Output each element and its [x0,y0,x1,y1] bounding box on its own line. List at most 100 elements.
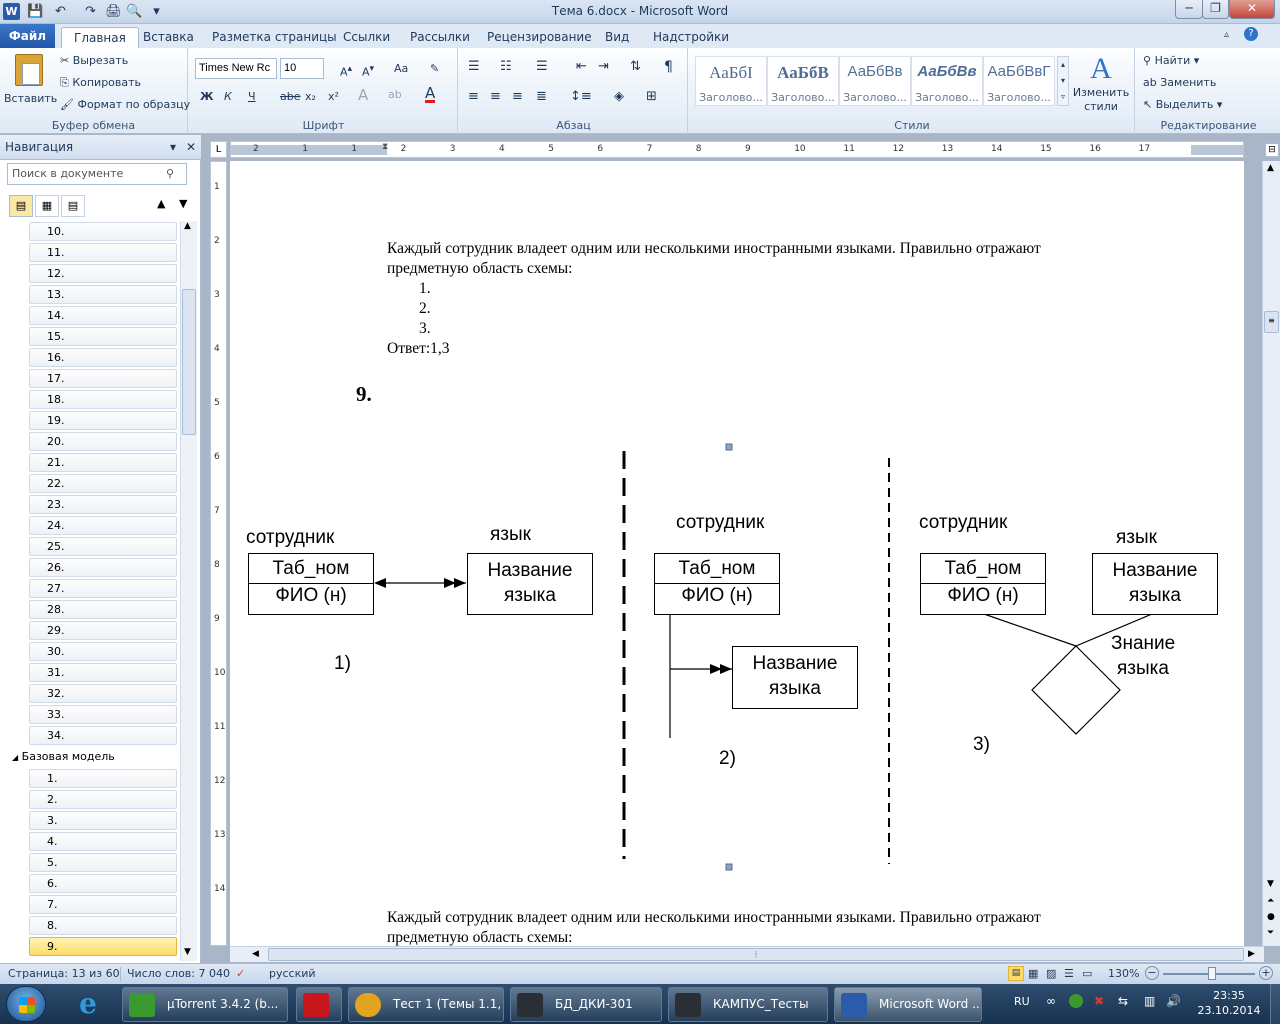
sort-icon[interactable]: ⇅ [630,60,641,74]
maximize-button[interactable]: ❐ [1202,0,1229,19]
close-button[interactable]: ✕ [1229,0,1275,19]
nav-menu-icon[interactable]: ▾ [170,135,176,160]
taskbar-chrome[interactable]: Тест 1 (Темы 1.1, ... [348,987,504,1022]
vertical-ruler[interactable]: 1 2 3 4 5 6 7 8 9 10 11 12 13 14 [210,161,227,946]
subscript-button[interactable]: x₂ [305,90,316,104]
font-color-icon[interactable]: A [425,86,436,103]
scroll-up-icon[interactable]: ▲ [184,221,191,231]
numbering-icon[interactable]: ☷ [500,60,512,74]
vscroll-thumb[interactable]: ≡ [1264,311,1279,333]
tray-icon-1[interactable]: ∞ [1046,994,1056,1008]
tray-volume-icon[interactable]: 🔊 [1166,994,1181,1008]
underline-button[interactable]: Ч [248,90,256,104]
justify-icon[interactable]: ≣ [536,90,547,104]
align-right-icon[interactable]: ≡ [512,90,523,104]
increase-indent-icon[interactable]: ⇥ [598,60,609,74]
view-ruler-icon[interactable]: ⊟ [1265,143,1279,157]
browse-object-icon[interactable]: ● [1267,912,1275,922]
taskbar-kampus[interactable]: КАМПУС_Тесты [668,987,828,1022]
superscript-button[interactable]: x² [328,90,339,104]
multilevel-list-icon[interactable]: ☰ [536,60,548,74]
horizontal-ruler[interactable]: ⧗ 2 1 1 2 3 4 5 6 7 8 9 10 11 12 13 14 15 16 17 [230,141,1244,158]
zoom-level[interactable]: 130% [1108,964,1139,983]
tab-home[interactable]: Главная [61,27,139,48]
nav-item[interactable]: 28. [29,600,177,619]
nav-scrollbar[interactable]: ▲ ▼ [180,221,197,961]
zoom-out-icon[interactable]: − [1145,966,1159,980]
change-styles-button[interactable]: A Изменить стили [1072,52,1130,114]
nav-item[interactable]: 7. [29,895,177,914]
search-input[interactable]: Поиск в документе ⚲ [7,163,187,185]
next-page-icon[interactable]: ⏷ [1267,928,1274,938]
taskbar-pdf[interactable] [296,987,342,1022]
taskbar-word[interactable]: Microsoft Word ... [834,987,982,1022]
style-heading-1[interactable]: АаБбI Заголово... [695,56,767,106]
tray-utorrent-icon[interactable] [1069,994,1083,1008]
nav-item[interactable]: 12. [29,264,177,283]
nav-item[interactable]: 14. [29,306,177,325]
tab-review[interactable]: Рецензирование [475,27,604,48]
align-left-icon[interactable]: ≡ [468,90,479,104]
nav-item[interactable]: 9. [29,937,177,956]
nav-item[interactable]: 19. [29,411,177,430]
style-heading-2[interactable]: АаБбВ Заголово... [767,56,839,106]
search-icon[interactable]: ⚲ [166,164,174,184]
highlight-icon[interactable]: ab [388,88,402,102]
nav-item[interactable]: 6. [29,874,177,893]
scroll-down-icon[interactable]: ▼ [184,947,191,957]
tray-antivirus-icon[interactable]: ✖ [1094,994,1104,1008]
replace-button[interactable]: ab Заменить [1143,76,1216,90]
nav-item[interactable]: 30. [29,642,177,661]
format-painter-button[interactable]: 🖌 Формат по образцу [60,98,190,112]
nav-item[interactable]: 34. [29,726,177,745]
nav-item[interactable]: 11. [29,243,177,262]
shrink-font-icon[interactable]: A▾ [362,62,374,80]
tab-addins[interactable]: Надстройки [641,27,741,48]
copy-button[interactable]: ⎘ Копировать [60,76,141,90]
text-effects-icon[interactable]: A [358,88,368,103]
nav-item[interactable]: 23. [29,495,177,514]
spelling-check-icon[interactable]: ✓ [236,964,245,983]
tab-file[interactable]: Файл [0,24,55,48]
decrease-indent-icon[interactable]: ⇤ [576,60,587,74]
style-heading-4[interactable]: АаБбВв Заголово... [911,56,983,106]
tab-mailings[interactable]: Рассылки [398,27,482,48]
taskbar-utorrent[interactable]: µTorrent 3.4.2 (b... [122,987,288,1022]
nav-scroll-thumb[interactable] [182,289,196,435]
previous-heading-icon[interactable]: ▲ [157,197,165,210]
paste-button[interactable]: Вставить [4,52,57,114]
document-horizontal-scrollbar[interactable]: ◀ ⦙ ▶ [230,946,1264,962]
tray-network-icon[interactable]: ▥ [1144,994,1155,1008]
document-vertical-scrollbar[interactable]: ⊟ ▲ ≡ ▼ ⏶ ● ⏷ [1262,143,1280,946]
hscroll-right-icon[interactable]: ▶ [1248,949,1255,959]
taskbar-bd-folder[interactable]: БД_ДКИ-301 [510,987,662,1022]
select-button[interactable]: ↖ Выделить ▾ [1143,98,1222,112]
font-name-combo[interactable]: Times New Rc [195,58,277,79]
minimize-button[interactable]: ─ [1175,0,1203,19]
nav-item[interactable]: 18. [29,390,177,409]
document-page[interactable]: Каждый сотрудник владеет одним или неско… [230,161,1244,946]
nav-item[interactable]: 5. [29,853,177,872]
styles-scroll[interactable]: ▴ ▾ ▿ [1057,56,1069,106]
style-heading-5[interactable]: АаБбВвГ Заголово... [983,56,1055,106]
word-count[interactable]: Число слов: 7 040 [127,964,230,983]
nav-item[interactable]: 10. [29,222,177,241]
tab-insert[interactable]: Вставка [131,27,206,48]
nav-item[interactable]: 3. [29,811,177,830]
tab-selector[interactable]: L [210,141,227,158]
bold-button[interactable]: Ж [200,90,213,104]
grow-font-icon[interactable]: A▴ [340,62,352,80]
web-layout-view-icon[interactable]: ▨ [1046,964,1056,983]
font-size-combo[interactable]: 10 [280,58,324,79]
clock[interactable]: 23:35 23.10.2014 [1190,988,1268,1018]
pilcrow-icon[interactable]: ¶ [664,60,673,74]
cut-button[interactable]: ✂ Вырезать [60,54,128,68]
nav-item[interactable]: 20. [29,432,177,451]
outline-view-icon[interactable]: ☰ [1064,964,1074,983]
nav-item[interactable]: 24. [29,516,177,535]
nav-close-icon[interactable]: ✕ [186,135,196,160]
nav-item[interactable]: 8. [29,916,177,935]
results-view-icon[interactable]: ▤ [61,195,85,217]
language-indicator[interactable]: RU [1014,995,1030,1008]
print-layout-view-icon[interactable]: ▤ [1008,966,1024,981]
